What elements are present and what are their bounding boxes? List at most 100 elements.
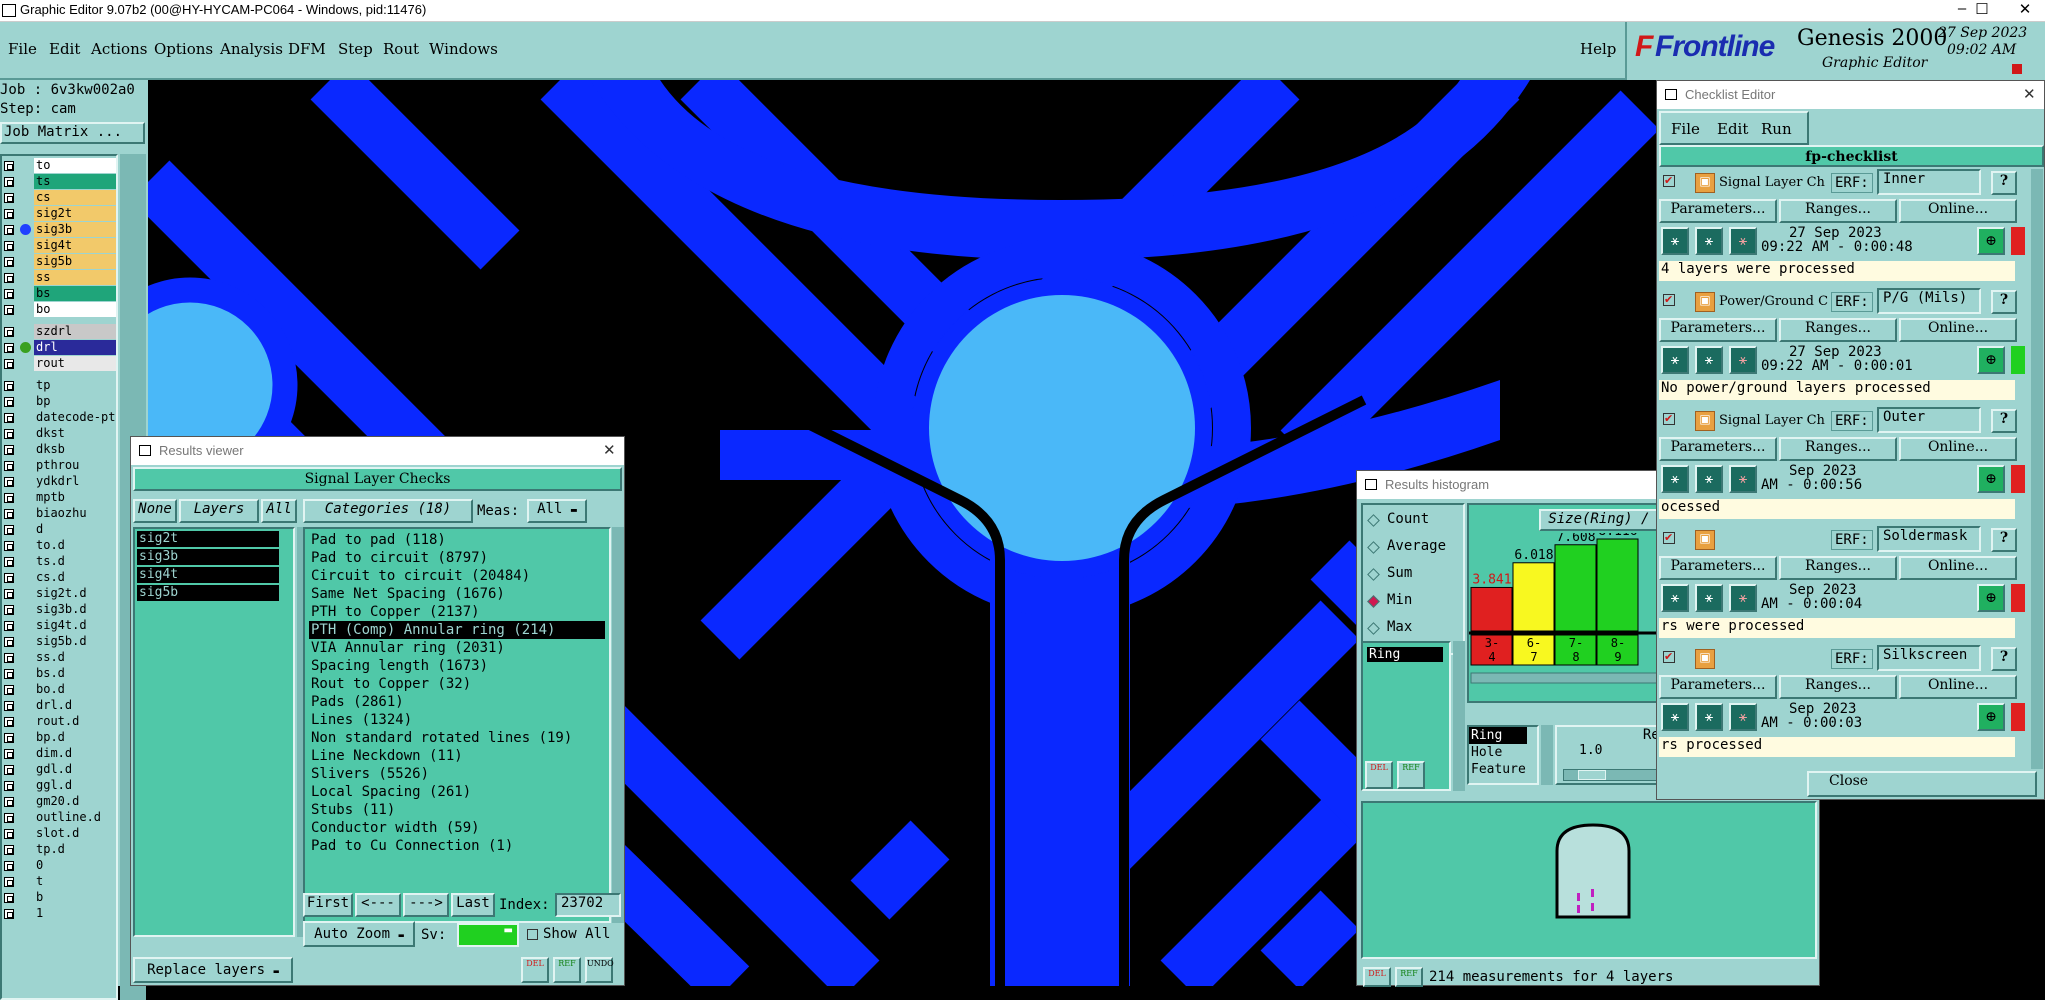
layer-row[interactable]: drl [2,340,120,356]
checklist-scrollbar[interactable] [2031,169,2043,769]
slider-thumb[interactable] [1578,770,1606,780]
layers-button[interactable]: Layers [179,499,259,523]
type-option[interactable]: Ring [1469,727,1527,744]
next-button[interactable]: ---> [403,893,449,917]
layer-row[interactable]: sig2t.d [2,586,120,602]
category-item[interactable]: Local Spacing (261) [309,783,473,801]
layer-checkbox[interactable] [4,289,14,299]
layer-row[interactable]: ydkdrl [2,474,120,490]
layer-row[interactable]: b [2,890,120,906]
parameters-button[interactable]: Parameters... [1659,199,1777,223]
categories-scrollbar[interactable] [612,527,624,923]
erf-field[interactable]: Outer [1877,407,1981,433]
undo-button[interactable]: UNDO [585,957,614,983]
histogram-del-button[interactable]: DEL [1365,761,1393,789]
layer-checkbox[interactable] [4,605,14,615]
menu-windows[interactable]: Windows [429,40,498,58]
layer-row[interactable]: ts [2,174,120,190]
layer-row[interactable]: bs [2,286,120,302]
layer-row[interactable]: bo [2,302,120,318]
menu-rout[interactable]: Rout [383,40,419,58]
layer-row[interactable]: 1 [2,906,120,922]
run-icon[interactable]: ⚹ [1661,227,1689,255]
type-option[interactable]: Feature [1469,761,1537,778]
run-icon[interactable]: ⚹ [1729,465,1757,493]
layer-checkbox[interactable] [4,241,14,251]
layer-row[interactable]: biaozhu [2,506,120,522]
close-window-button[interactable]: ✕ [2005,0,2045,18]
run-icon[interactable]: ⚹ [1729,584,1757,612]
layer-checkbox[interactable] [4,327,14,337]
histogram-bar[interactable] [1470,586,1513,632]
category-item[interactable]: Slivers (5526) [309,765,431,783]
layer-checkbox[interactable] [4,701,14,711]
layer-row[interactable]: gdl.d [2,762,120,778]
layer-row[interactable]: datecode-pth [2,410,120,426]
run-icon[interactable]: ⚹ [1661,584,1689,612]
online-button[interactable]: Online... [1899,556,2017,580]
layer-checkbox[interactable] [4,653,14,663]
layer-checkbox[interactable] [4,669,14,679]
run-icon[interactable]: ⚹ [1695,584,1723,612]
layer-checkbox[interactable] [4,343,14,353]
category-item[interactable]: Stubs (11) [309,801,397,819]
layer-row[interactable]: sig3b.d [2,602,120,618]
close-icon[interactable]: ✕ [603,441,616,459]
parameters-button[interactable]: Parameters... [1659,675,1777,699]
menu-file[interactable]: File [8,40,37,58]
action-help-button[interactable]: ? [1991,409,2017,433]
ranges-button[interactable]: Ranges... [1779,437,1897,461]
measure-scrollbar[interactable] [1453,641,1465,791]
erf-field[interactable]: Soldermask [1877,526,1981,552]
layer-row[interactable]: tp [2,378,120,394]
layer-row[interactable]: gm20.d [2,794,120,810]
layer-checkbox[interactable] [4,733,14,743]
layer-row[interactable]: cs.d [2,570,120,586]
job-matrix-button[interactable]: Job Matrix ... [0,122,145,144]
bottom-ref-button[interactable]: REF [1395,967,1423,987]
zoom-icon[interactable]: ⊕ [1977,703,2005,731]
menu-actions[interactable]: Actions [91,40,147,58]
histogram-bar[interactable] [1512,562,1555,632]
layer-checkbox[interactable] [4,845,14,855]
action-help-button[interactable]: ? [1991,290,2017,314]
layer-checkbox[interactable] [4,359,14,369]
layer-row[interactable]: ss.d [2,650,120,666]
category-item[interactable]: Pad to Cu Connection (1) [309,837,515,855]
layer-checkbox[interactable] [4,193,14,203]
layer-row[interactable]: sig4t [2,238,120,254]
category-item[interactable]: PTH (Comp) Annular ring (214) [309,621,605,639]
layer-checkbox[interactable] [4,829,14,839]
checklist-menu-edit[interactable]: Edit [1717,120,1748,138]
category-item[interactable]: Spacing length (1673) [309,657,490,675]
category-item[interactable]: Pad to pad (118) [309,531,448,549]
layer-row[interactable]: bp.d [2,730,120,746]
maximize-button[interactable]: ☐ [1952,0,2012,18]
close-icon[interactable]: ✕ [2023,85,2036,103]
zoom-icon[interactable]: ⊕ [1977,584,2005,612]
category-item[interactable]: Circuit to circuit (20484) [309,567,532,585]
layer-checkbox[interactable] [4,781,14,791]
del-button[interactable]: DEL [521,957,549,983]
run-icon[interactable]: ⚹ [1661,346,1689,374]
last-button[interactable]: Last [451,893,495,917]
layer-checkbox[interactable] [4,177,14,187]
layer-row[interactable]: sig2t [2,206,120,222]
layer-checkbox[interactable] [4,381,14,391]
layer-row[interactable]: rout.d [2,714,120,730]
erf-field[interactable]: P/G (Mils) [1877,288,1981,314]
menu-edit[interactable]: Edit [49,40,80,58]
layer-checkbox[interactable] [4,397,14,407]
run-icon[interactable]: ⚹ [1695,465,1723,493]
layer-row[interactable]: ggl.d [2,778,120,794]
category-item[interactable]: Line Neckdown (11) [309,747,465,765]
layer-checkbox[interactable] [4,161,14,171]
layer-checkbox[interactable] [4,273,14,283]
layer-row[interactable]: to [2,158,120,174]
parameters-button[interactable]: Parameters... [1659,318,1777,342]
menu-analysis[interactable]: Analysis [220,40,283,58]
layer-row[interactable]: dksb [2,442,120,458]
online-button[interactable]: Online... [1899,318,2017,342]
zoom-icon[interactable]: ⊕ [1977,227,2005,255]
layer-row[interactable]: dkst [2,426,120,442]
